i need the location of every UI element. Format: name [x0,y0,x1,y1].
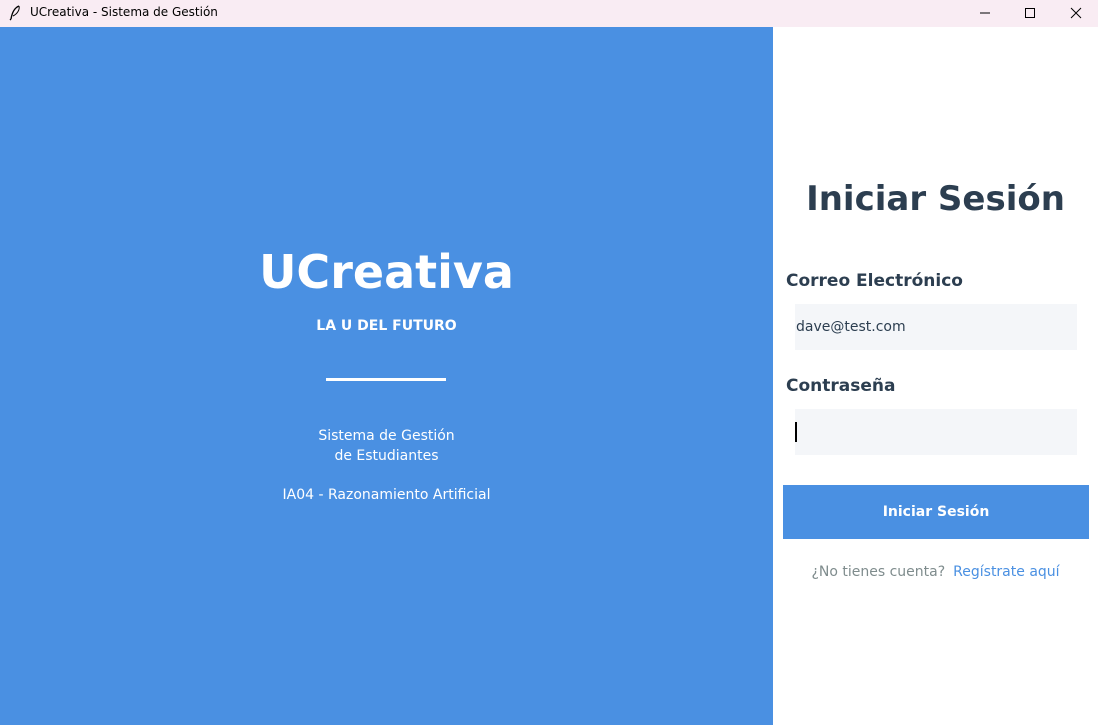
window-titlebar: UCreativa - Sistema de Gestión [0,0,1098,27]
close-icon [1070,4,1082,23]
branding-panel: UCreativa LA U DEL FUTURO Sistema de Ges… [0,27,773,725]
password-label: Contraseña [786,376,896,396]
system-description-line-2: de Estudiantes [334,448,439,464]
minimize-icon [979,4,991,23]
window-title: UCreativa - Sistema de Gestión [30,5,218,19]
brand-tagline: LA U DEL FUTURO [316,318,457,334]
text-caret [795,422,797,442]
signup-row: ¿No tienes cuenta? Regístrate aquí [773,564,1098,580]
close-button[interactable] [1053,0,1098,27]
maximize-icon [1024,4,1036,23]
password-field[interactable] [795,409,1077,455]
system-description: Sistema de Gestión de Estudiantes [0,426,773,466]
login-button[interactable]: Iniciar Sesión [783,485,1089,539]
system-description-line-1: Sistema de Gestión [318,428,455,444]
email-field[interactable] [795,304,1077,350]
course-label: IA04 - Razonamiento Artificial [282,487,491,503]
brand-title: UCreativa [259,245,514,299]
minimize-button[interactable] [962,0,1008,27]
brand-divider [326,378,446,381]
login-title: Iniciar Sesión [806,179,1065,219]
login-panel: Iniciar Sesión Correo Electrónico Contra… [773,27,1098,725]
maximize-button[interactable] [1007,0,1053,27]
feather-icon [8,5,22,21]
email-label: Correo Electrónico [786,271,963,291]
signup-link[interactable]: Regístrate aquí [953,564,1059,580]
signup-question: ¿No tienes cuenta? [811,564,946,580]
